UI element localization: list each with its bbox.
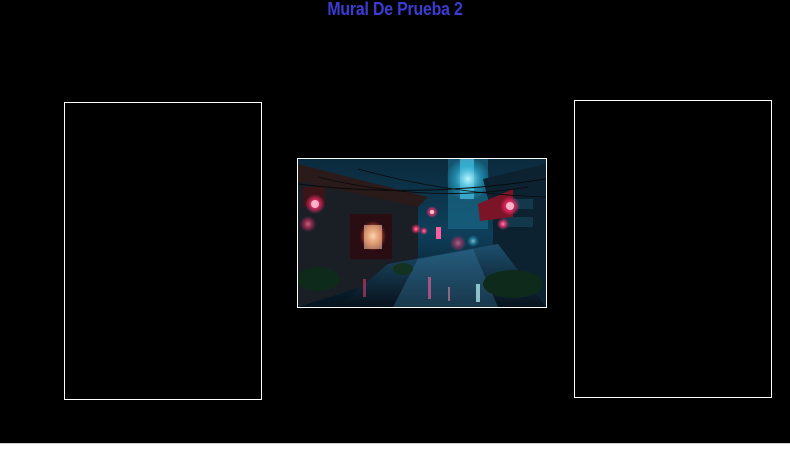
neon-alley-image (298, 159, 546, 307)
left-frame[interactable] (64, 102, 262, 400)
center-frame[interactable] (297, 158, 547, 308)
mural-title: Mural De Prueba 2 (327, 0, 463, 19)
mural-canvas: Mural De Prueba 2 (0, 0, 790, 451)
right-frame[interactable] (574, 100, 772, 398)
horizontal-scrollbar[interactable] (0, 443, 790, 451)
